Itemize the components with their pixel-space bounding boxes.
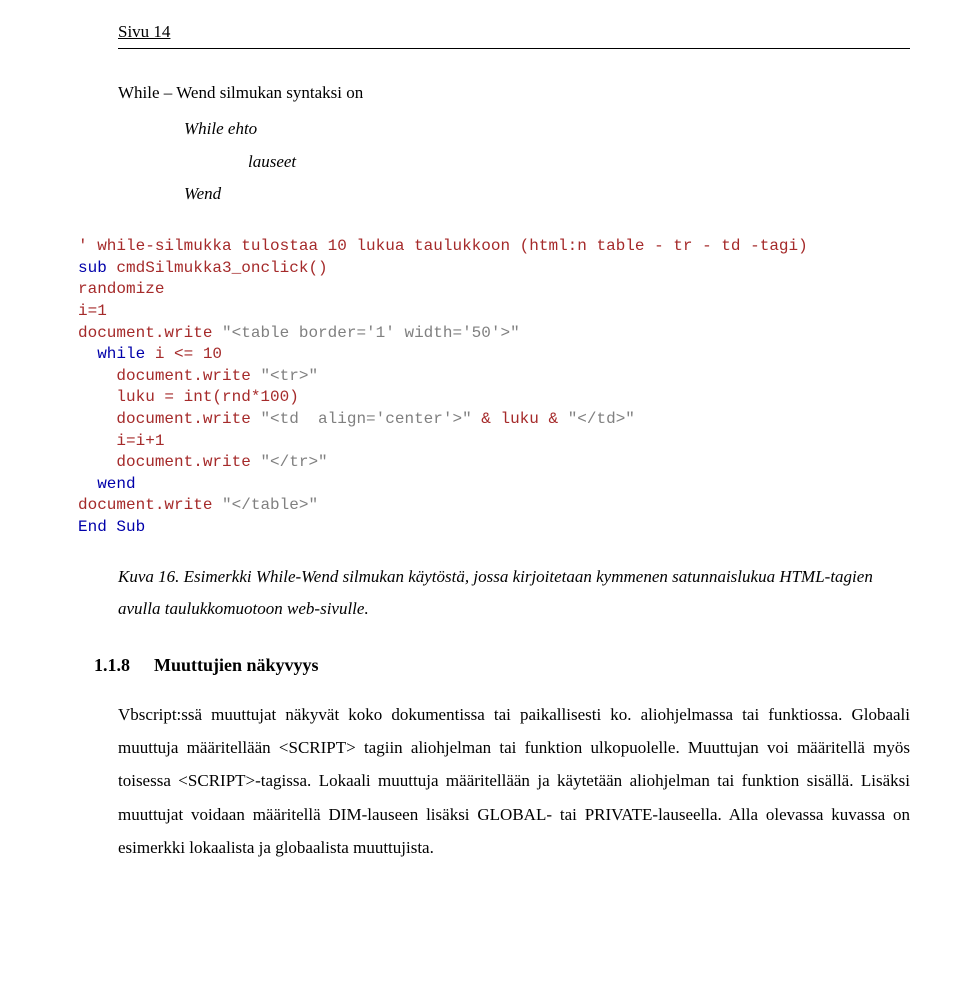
code-keyword-sub: sub	[78, 259, 107, 277]
code-text: luku = int(rnd*100)	[78, 388, 299, 406]
code-string: "</td>"	[568, 410, 635, 428]
caption-label: Kuva 16.	[118, 567, 179, 586]
page-header: Sivu 14	[118, 22, 910, 49]
caption-text: Esimerkki While-Wend silmukan käytöstä, …	[118, 567, 873, 618]
code-text: cmdSilmukka3_onclick()	[107, 259, 328, 277]
code-keyword-while: while	[97, 345, 145, 363]
code-string: "<table border='1' width='50'>"	[222, 324, 520, 342]
code-text: i <= 10	[145, 345, 222, 363]
section-number: 1.1.8	[94, 655, 154, 676]
code-text: document.write	[78, 324, 222, 342]
code-text	[78, 345, 97, 363]
code-text: document.write	[78, 496, 222, 514]
code-keyword-wend: wend	[97, 475, 135, 493]
code-text: document.write	[78, 410, 260, 428]
syntax-line-3: Wend	[184, 178, 910, 210]
body-paragraph: Vbscript:ssä muuttujat näkyvät koko doku…	[118, 698, 910, 864]
code-string: "<tr>"	[260, 367, 318, 385]
document-page: Sivu 14 While – Wend silmukan syntaksi o…	[0, 0, 960, 993]
intro-text: While – Wend silmukan syntaksi on	[118, 77, 910, 109]
code-text: i=1	[78, 302, 107, 320]
code-keyword-endsub: End Sub	[78, 518, 145, 536]
syntax-line-2: lauseet	[248, 146, 910, 178]
code-string: "</table>"	[222, 496, 318, 514]
code-comment: ' while-silmukka tulostaa 10 lukua taulu…	[78, 237, 808, 255]
figure-caption: Kuva 16. Esimerkki While-Wend silmukan k…	[118, 561, 910, 626]
syntax-line-1: While ehto	[184, 113, 910, 145]
section-title: Muuttujien näkyvyys	[154, 655, 319, 675]
syntax-block: While ehto lauseet Wend	[184, 113, 910, 210]
code-text: document.write	[78, 367, 260, 385]
code-string: "</tr>"	[260, 453, 327, 471]
code-text: & luku &	[472, 410, 568, 428]
code-block: ' while-silmukka tulostaa 10 lukua taulu…	[78, 236, 910, 538]
code-string: "<td align='center'>"	[260, 410, 471, 428]
section-heading: 1.1.8Muuttujien näkyvyys	[94, 655, 910, 676]
code-text	[78, 475, 97, 493]
code-text: randomize	[78, 280, 164, 298]
code-text: document.write	[78, 453, 260, 471]
code-text: i=i+1	[78, 432, 164, 450]
